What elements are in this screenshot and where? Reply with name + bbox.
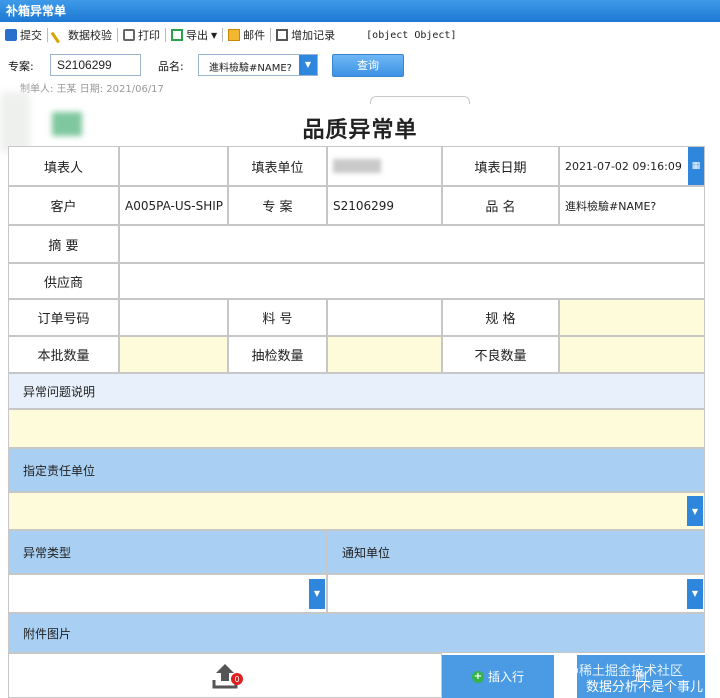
collapse-handle[interactable] [370, 96, 470, 104]
summary-field[interactable] [119, 225, 705, 263]
notify-unit-header: 通知单位 [327, 530, 705, 574]
add-record-label: 增加记录 [291, 29, 336, 42]
product-label: 品名: [158, 60, 184, 73]
filler-unit-field[interactable] [327, 146, 442, 186]
search-row: 专案: 品名: 進料檢驗#NAME? ▼ 查询 [0, 52, 720, 78]
project-field-label: 专 案 [228, 186, 327, 225]
issue-type-select[interactable]: ▼ [8, 574, 327, 613]
filler-unit-label: 填表单位 [228, 146, 327, 186]
spec-field[interactable] [559, 299, 705, 336]
plus-icon: + [471, 670, 484, 683]
batch-qty-label: 本批数量 [8, 336, 119, 373]
mail-icon [228, 29, 241, 41]
product-select[interactable]: 進料檢驗#NAME? ▼ [198, 54, 318, 76]
print-label: 打印 [138, 29, 160, 42]
calendar-icon[interactable]: ▦ [688, 147, 704, 185]
insert-row-button[interactable]: + 插入行 [442, 655, 554, 698]
sample-qty-label: 抽检数量 [228, 336, 327, 373]
project-field[interactable]: S2106299 [327, 186, 442, 225]
filler-field[interactable] [119, 146, 228, 186]
form-title: 品质异常单 [302, 118, 418, 143]
query-button[interactable]: 查询 [332, 54, 404, 77]
object-text: [object Object] [366, 29, 457, 41]
summary-label: 摘 要 [8, 225, 119, 263]
printer-icon [123, 29, 135, 41]
spec-label: 规 格 [442, 299, 559, 336]
validate-button[interactable]: 数据校验 [48, 25, 117, 45]
chevron-down-icon[interactable]: ▼ [687, 496, 703, 526]
window-title: 补箱异常单 [0, 0, 720, 22]
project-input[interactable] [50, 54, 141, 76]
issue-desc-header: 异常问题说明 [8, 373, 705, 409]
submit-button[interactable]: 提交 [0, 25, 47, 45]
upload-icon[interactable]: 0 [210, 660, 244, 690]
customer-label: 客户 [8, 186, 119, 225]
export-icon [171, 29, 183, 41]
customer-field[interactable]: A005PA-US-SHIP [119, 186, 228, 225]
chevron-down-icon: ▼ [211, 30, 218, 40]
submit-icon [5, 29, 17, 41]
supplier-field[interactable] [119, 263, 705, 299]
print-button[interactable]: 打印 [118, 25, 165, 45]
batch-qty-field[interactable] [119, 336, 228, 373]
responsible-unit-header: 指定责任单位 [8, 448, 705, 492]
project-label: 专案: [8, 60, 34, 73]
defect-qty-field[interactable] [559, 336, 705, 373]
fill-date-field[interactable]: 2021-07-02 09:16:09 ▦ [559, 146, 705, 186]
email-button[interactable]: 邮件 [223, 25, 270, 45]
defect-qty-label: 不良数量 [442, 336, 559, 373]
product-field-label: 品 名 [442, 186, 559, 225]
check-icon [50, 26, 68, 44]
chevron-down-icon[interactable]: ▼ [687, 578, 703, 609]
chevron-down-icon[interactable]: ▼ [299, 55, 317, 75]
attachments-header: 附件图片 [8, 613, 705, 653]
fill-date-value: 2021-07-02 09:16:09 [565, 159, 682, 173]
filler-label: 填表人 [8, 146, 119, 186]
insert-row-label: 插入行 [487, 670, 524, 684]
product-field[interactable]: 進料檢驗#NAME? [559, 186, 705, 225]
quality-form: 填表人 填表单位 填表日期 2021-07-02 09:16:09 ▦ 客户 A… [8, 146, 705, 698]
order-no-label: 订单号码 [8, 299, 119, 336]
sample-qty-field[interactable] [327, 336, 442, 373]
svg-text:0: 0 [234, 675, 239, 684]
supplier-label: 供应商 [8, 263, 119, 299]
part-no-label: 料 号 [228, 299, 327, 336]
issue-desc-field[interactable] [8, 409, 705, 448]
fill-date-label: 填表日期 [442, 146, 559, 186]
chevron-down-icon[interactable]: ▼ [309, 578, 325, 609]
redacted-value [333, 159, 381, 173]
validate-label: 数据校验 [68, 29, 112, 42]
part-no-field[interactable] [327, 299, 442, 336]
add-record-icon [276, 29, 289, 41]
order-no-field[interactable] [119, 299, 228, 336]
watermark-line2: 数据分析不是个事儿 [586, 680, 704, 695]
add-record-button[interactable]: 增加记录 [271, 25, 340, 45]
responsible-unit-select[interactable]: ▼ [8, 492, 705, 530]
meta-line: 制单人: 王某 日期: 2021/06/17 [20, 84, 164, 95]
issue-type-header: 异常类型 [8, 530, 327, 574]
notify-unit-select[interactable]: ▼ [327, 574, 705, 613]
export-label: 导出 [186, 29, 208, 42]
product-select-value: 進料檢驗#NAME? [209, 63, 292, 74]
export-button[interactable]: 导出 ▼ [166, 25, 222, 45]
email-label: 邮件 [243, 29, 266, 42]
toolbar: 提交 数据校验 打印 导出 ▼ 邮件 增加记录 [object Object] [0, 24, 720, 46]
submit-label: 提交 [20, 29, 42, 42]
